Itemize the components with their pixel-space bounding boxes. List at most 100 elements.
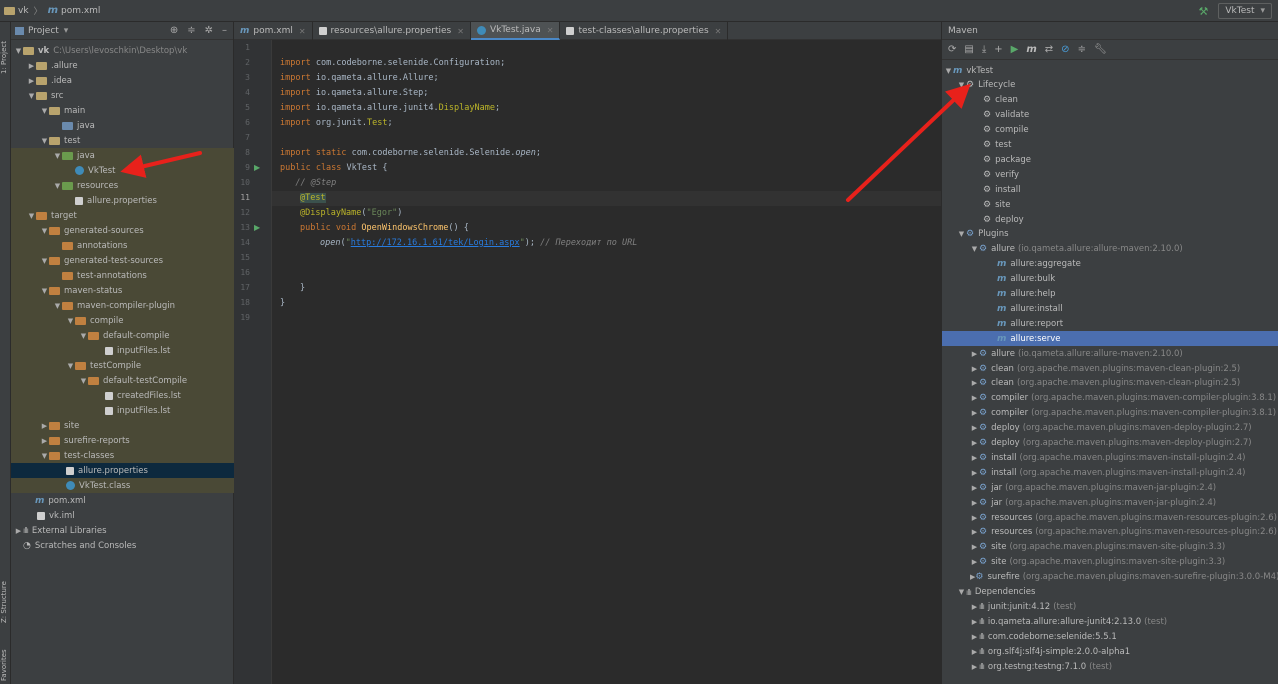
close-icon[interactable]: ✕ — [715, 27, 722, 36]
download-icon[interactable]: ⤓ — [982, 44, 986, 55]
tree-item-allure-properties[interactable]: allure.properties — [11, 193, 234, 208]
tree-item-generated-sources[interactable]: ▼ generated-sources — [11, 223, 234, 238]
tree-item-inputfiles-2[interactable]: inputFiles.lst — [11, 403, 234, 418]
tree-item-vktest-class[interactable]: VkTest.class — [11, 478, 234, 493]
tree-item-surefire-reports[interactable]: ▶ surefire-reports — [11, 433, 234, 448]
plugin-surefire[interactable]: ▶ ⚙ surefire (org.apache.maven.plugins:mave… — [942, 570, 1278, 585]
close-icon[interactable]: ✕ — [457, 27, 464, 36]
tree-item-allure-properties-2[interactable]: allure.properties — [11, 463, 234, 478]
tab-test-classes-allure-properties[interactable]: test-classes\allure.properties ✕ — [560, 22, 729, 40]
tree-item-default-testcompile[interactable]: ▼ default-testCompile — [11, 373, 234, 388]
close-icon[interactable]: ✕ — [299, 27, 306, 36]
tree-item-test-annotations[interactable]: test-annotations — [11, 268, 234, 283]
plugin-goal-allure-help[interactable]: m allure:help — [942, 287, 1278, 302]
locate-file-icon[interactable]: ⊕ — [170, 25, 178, 36]
lifecycle-goal-site[interactable]: ⚙ site — [942, 197, 1278, 212]
collapse-all-icon[interactable]: ≑ — [187, 25, 195, 36]
run-configuration-select[interactable]: VkTest ▾ — [1218, 3, 1272, 19]
tree-item-annotations[interactable]: annotations — [11, 238, 234, 253]
tab-resources-allure-properties[interactable]: resources\allure.properties ✕ — [313, 22, 471, 40]
tree-item-maven-compiler-plugin[interactable]: ▼ maven-compiler-plugin — [11, 298, 234, 313]
plugin-jar[interactable]: ▶ ⚙ jar (org.apache.maven.plugins:maven-jar… — [942, 480, 1278, 495]
tree-item-test[interactable]: ▼ test — [11, 133, 234, 148]
structure-tool-tab[interactable]: Z: Structure — [0, 572, 11, 632]
maven-dependencies[interactable]: ▼ ıllı Dependencies — [942, 585, 1278, 600]
tree-item-vk[interactable]: ▼ vk C:\Users\levoschkin\Desktop\vk — [11, 43, 234, 58]
close-icon[interactable]: ✕ — [547, 26, 554, 35]
run-test-icon[interactable]: ▶ — [254, 163, 260, 172]
plugin-deploy[interactable]: ▶ ⚙ deploy (org.apache.maven.plugins:maven-… — [942, 421, 1278, 436]
reload-icon[interactable]: ⟳ — [948, 44, 956, 55]
lifecycle-goal-compile[interactable]: ⚙ compile — [942, 123, 1278, 138]
tree-item-external-libraries[interactable]: ▶ ıllı External Libraries — [11, 523, 234, 538]
tree-item-vk-iml[interactable]: vk.iml — [11, 508, 234, 523]
plugin-jar[interactable]: ▶ ⚙ jar (org.apache.maven.plugins:maven-jar… — [942, 495, 1278, 510]
run-test-icon[interactable]: ▶ — [254, 223, 260, 232]
plugin-clean[interactable]: ▶ ⚙ clean (org.apache.maven.plugins:maven-c… — [942, 361, 1278, 376]
plugin-resources[interactable]: ▶ ⚙ resources (org.apache.maven.plugins:mav… — [942, 510, 1278, 525]
chevron-down-icon[interactable]: ▾ — [64, 26, 69, 36]
plugin-compiler[interactable]: ▶ ⚙ compiler (org.apache.maven.plugins:mave… — [942, 406, 1278, 421]
collapse-all-icon[interactable]: ≑ — [1078, 44, 1086, 55]
lifecycle-goal-test[interactable]: ⚙ test — [942, 138, 1278, 153]
lifecycle-goal-verify[interactable]: ⚙ verify — [942, 167, 1278, 182]
lifecycle-goal-validate[interactable]: ⚙ validate — [942, 108, 1278, 123]
wrench-icon[interactable]: 🔧︎ — [1094, 44, 1107, 55]
plugin-clean[interactable]: ▶ ⚙ clean (org.apache.maven.plugins:maven-c… — [942, 376, 1278, 391]
dependency-item[interactable]: ▶ ıllı junit:junit:4.12 (test) — [942, 599, 1278, 614]
generate-sources-icon[interactable]: ▤ — [964, 44, 973, 55]
plugin-deploy[interactable]: ▶ ⚙ deploy (org.apache.maven.plugins:maven-… — [942, 436, 1278, 451]
dependency-item[interactable]: ▶ ıllı io.qameta.allure:allure-junit4:2.13… — [942, 614, 1278, 629]
plugin-compiler[interactable]: ▶ ⚙ compiler (org.apache.maven.plugins:mave… — [942, 391, 1278, 406]
tab-vktest-java[interactable]: VkTest.java ✕ — [470, 22, 561, 40]
tree-item-compile[interactable]: ▼ compile — [11, 313, 234, 328]
plugin-goal-allure-bulk[interactable]: m allure:bulk — [942, 272, 1278, 287]
dependency-item[interactable]: ▶ ıllı org.slf4j:slf4j-simple:2.0.0-alpha1 — [942, 644, 1278, 659]
favorites-tool-tab[interactable]: 2: Favorites — [0, 640, 11, 684]
run-icon[interactable]: ▶ — [1011, 44, 1019, 55]
lifecycle-goal-package[interactable]: ⚙ package — [942, 152, 1278, 167]
tree-item-test-classes[interactable]: ▼ test-classes — [11, 448, 234, 463]
plugin-goal-allure-install[interactable]: m allure:install — [942, 301, 1278, 316]
tree-item-default-compile[interactable]: ▼ default-compile — [11, 328, 234, 343]
tree-item-createdfiles[interactable]: createdFiles.lst — [11, 388, 234, 403]
tree-item-site[interactable]: ▶ site — [11, 418, 234, 433]
tree-item-scratches[interactable]: ◔ Scratches and Consoles — [11, 538, 234, 553]
tree-item-inputfiles[interactable]: inputFiles.lst — [11, 343, 234, 358]
gear-icon[interactable]: ✲ — [205, 25, 213, 36]
tree-item-resources[interactable]: ▼ resources — [11, 178, 234, 193]
maven-lifecycle[interactable]: ▼ ⚙ Lifecycle — [942, 78, 1278, 93]
add-icon[interactable]: + — [994, 44, 1002, 55]
build-hammer-icon[interactable]: ⚒ — [1199, 5, 1209, 18]
dependency-item[interactable]: ▶ ıllı com.codeborne:selenide:5.5.1 — [942, 629, 1278, 644]
project-tool-tab[interactable]: 1: Project — [0, 28, 11, 88]
tree-item-main-java[interactable]: java — [11, 118, 234, 133]
tree-item-allure[interactable]: ▶ .allure — [11, 58, 234, 73]
skip-tests-icon[interactable]: ⊘ — [1061, 44, 1069, 55]
tree-item-vktest[interactable]: VkTest — [11, 163, 234, 178]
lifecycle-goal-deploy[interactable]: ⚙ deploy — [942, 212, 1278, 227]
tree-item-target[interactable]: ▼ target — [11, 208, 234, 223]
plugin-goal-allure-report[interactable]: m allure:report — [942, 316, 1278, 331]
tab-pom-xml[interactable]: m pom.xml ✕ — [234, 22, 313, 40]
project-view-select[interactable]: Project — [28, 26, 59, 36]
tree-item-idea[interactable]: ▶ .idea — [11, 73, 234, 88]
plugin-allure-expanded[interactable]: ▼ ⚙ allure (io.qameta.allure:allure-maven:2… — [942, 242, 1278, 257]
breadcrumb-file[interactable]: pom.xml — [61, 6, 100, 16]
maven-root-vktest[interactable]: ▼ m vkTest — [942, 63, 1278, 78]
hide-icon[interactable]: – — [222, 25, 227, 36]
breadcrumb-project[interactable]: vk — [18, 6, 29, 16]
plugin-goal-allure-serve[interactable]: m allure:serve — [942, 331, 1278, 347]
maven-plugins[interactable]: ▼ ⚙ Plugins — [942, 227, 1278, 242]
tree-item-src[interactable]: ▼ src — [11, 88, 234, 103]
plugin-site[interactable]: ▶ ⚙ site (org.apache.maven.plugins:maven-si… — [942, 540, 1278, 555]
url-link[interactable]: http://172.16.1.61/tek/Login.aspx — [351, 238, 520, 248]
lifecycle-goal-clean[interactable]: ⚙ clean — [942, 93, 1278, 108]
tree-item-pom[interactable]: m pom.xml — [11, 493, 234, 508]
tree-item-test-java[interactable]: ▼ java — [11, 148, 234, 163]
execute-goal-icon[interactable]: m — [1026, 44, 1036, 55]
plugin-allure[interactable]: ▶ ⚙ allure (io.qameta.allure:allure-maven:2… — [942, 346, 1278, 361]
dependency-item[interactable]: ▶ ıllı org.testng:testng:7.1.0 (test) — [942, 659, 1278, 674]
plugin-goal-allure-aggregate[interactable]: m allure:aggregate — [942, 257, 1278, 272]
code-editor[interactable]: import com.codeborne.selenide.Configurat… — [272, 40, 941, 684]
